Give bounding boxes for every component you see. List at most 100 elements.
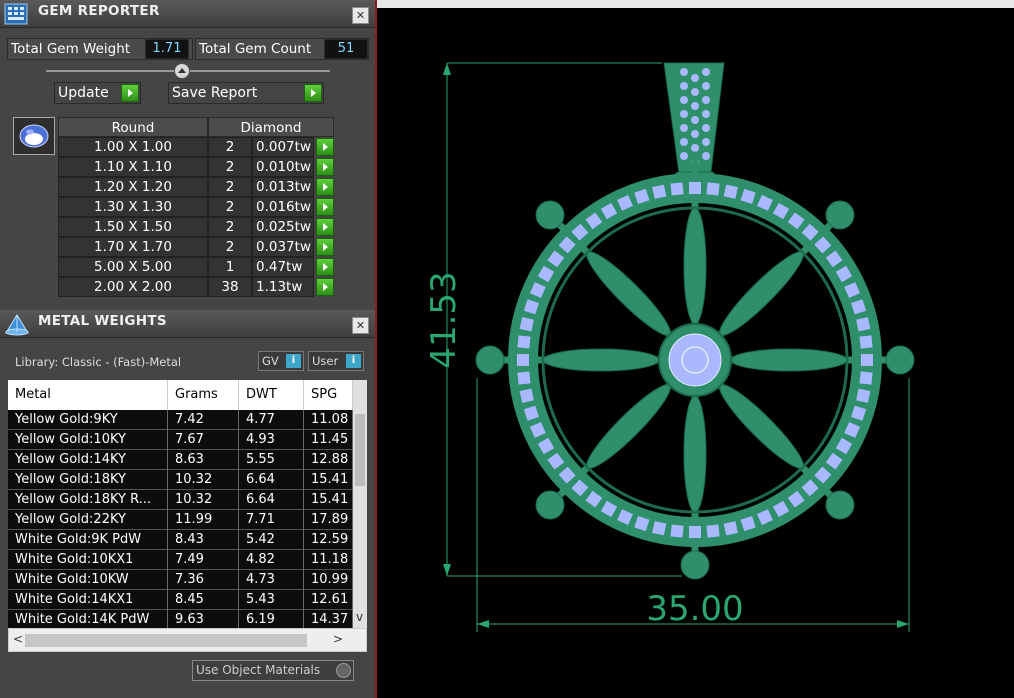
gem-row-go-icon[interactable] xyxy=(316,138,334,156)
gem-row-go-icon[interactable] xyxy=(316,238,334,256)
scroll-right-icon[interactable]: > xyxy=(333,632,343,646)
gem-row[interactable]: 1.10 X 1.10 2 0.010tw xyxy=(58,157,334,177)
metal-spg: 11.18 xyxy=(304,550,353,570)
metal-row[interactable]: Yellow Gold:22KY 11.99 7.71 17.89 xyxy=(8,510,353,530)
gem-row-go-icon[interactable] xyxy=(316,218,334,236)
vertical-scrollbar-thumb[interactable] xyxy=(355,414,365,486)
save-report-button-label: Save Report xyxy=(172,85,258,101)
gem-row[interactable]: 1.00 X 1.00 2 0.007tw xyxy=(58,137,334,157)
viewport-3d[interactable]: 41.53 35.00 xyxy=(375,0,1014,698)
gem-count: 38 xyxy=(208,277,252,297)
bail-gem xyxy=(702,152,710,160)
metal-dwt: 6.64 xyxy=(239,490,304,510)
column-header-grams[interactable]: Grams xyxy=(168,380,239,410)
metal-weights-title: METAL WEIGHTS xyxy=(38,313,167,329)
handle-knob xyxy=(535,200,565,230)
gem-row-go-icon[interactable] xyxy=(316,278,334,296)
gem-count: 2 xyxy=(208,157,252,177)
wheel-spoke xyxy=(719,251,804,336)
metal-weights-close-icon[interactable]: ✕ xyxy=(352,317,369,334)
bail-gem xyxy=(691,144,699,152)
metal-dwt: 5.55 xyxy=(239,450,304,470)
ring-gem xyxy=(856,317,871,332)
gem-reporter-close-icon[interactable]: ✕ xyxy=(352,7,369,24)
metal-name: Yellow Gold:9KY xyxy=(8,410,168,430)
gem-count: 2 xyxy=(208,217,252,237)
gem-size: 1.10 X 1.10 xyxy=(58,157,208,177)
handle-knob xyxy=(475,345,505,375)
horizontal-scrollbar[interactable]: < > xyxy=(8,628,367,652)
user-button[interactable]: User i xyxy=(308,351,364,371)
gem-row[interactable]: 1.30 X 1.30 2 0.016tw xyxy=(58,197,334,217)
wheel-spoke xyxy=(586,384,671,469)
gv-button-label: GV xyxy=(262,354,279,368)
left-panel: GEM REPORTER ✕ Total Gem Weight 1.71 Tot… xyxy=(0,0,375,698)
metal-spg: 14.37 xyxy=(304,610,353,628)
metal-grams: 8.43 xyxy=(168,530,239,550)
gv-button[interactable]: GV i xyxy=(258,351,304,371)
vertical-scrollbar[interactable]: v xyxy=(353,380,367,628)
metal-row[interactable]: Yellow Gold:10KY 7.67 4.93 11.45 xyxy=(8,430,353,450)
save-report-button[interactable]: Save Report xyxy=(168,82,324,104)
handle-knob xyxy=(825,490,855,520)
use-object-materials-label: Use Object Materials xyxy=(196,663,321,677)
bail-gem xyxy=(702,110,710,118)
bail-gem xyxy=(702,68,710,76)
wheel-spoke xyxy=(683,207,707,325)
gem-row-go-icon[interactable] xyxy=(316,158,334,176)
metal-dwt: 4.82 xyxy=(239,550,304,570)
metal-row[interactable]: Yellow Gold:14KY 8.63 5.55 12.88 xyxy=(8,450,353,470)
metal-row[interactable]: White Gold:14KX1 8.45 5.43 12.61 xyxy=(8,590,353,610)
gem-row[interactable]: 1.20 X 1.20 2 0.013tw xyxy=(58,177,334,197)
round-gem-icon[interactable] xyxy=(13,117,55,155)
metal-row[interactable]: Yellow Gold:18KY 10.32 6.64 15.41 xyxy=(8,470,353,490)
metal-dwt: 5.43 xyxy=(239,590,304,610)
gem-row-go-icon[interactable] xyxy=(316,178,334,196)
bail-gem xyxy=(691,130,699,138)
column-header-spg[interactable]: SPG xyxy=(304,380,353,410)
gem-slider-handle[interactable] xyxy=(174,63,191,79)
gem-row[interactable]: 5.00 X 5.00 1 0.47tw xyxy=(58,257,334,277)
horizontal-scrollbar-thumb[interactable] xyxy=(25,634,307,647)
ring-gem xyxy=(519,317,534,332)
metal-row[interactable]: White Gold:14K PdW 9.63 6.19 14.37 xyxy=(8,610,353,628)
update-button[interactable]: Update xyxy=(54,82,141,104)
metal-row[interactable]: White Gold:10KW 7.36 4.73 10.99 xyxy=(8,570,353,590)
height-dimension-label: 41.53 xyxy=(424,271,464,368)
bail-gem xyxy=(691,116,699,124)
metal-grams: 7.36 xyxy=(168,570,239,590)
metal-spg: 10.99 xyxy=(304,570,353,590)
gem-row[interactable]: 1.70 X 1.70 2 0.037tw xyxy=(58,237,334,257)
metal-grams: 10.32 xyxy=(168,490,239,510)
column-header-metal[interactable]: Metal xyxy=(8,380,168,410)
gem-weight: 0.016tw xyxy=(252,197,314,217)
metal-row[interactable]: White Gold:9K PdW 8.43 5.42 12.59 xyxy=(8,530,353,550)
metal-spg: 11.08 xyxy=(304,410,353,430)
metal-row[interactable]: Yellow Gold:9KY 7.42 4.77 11.08 xyxy=(8,410,353,430)
gem-weight: 0.037tw xyxy=(252,237,314,257)
metal-row[interactable]: White Gold:10KX1 7.49 4.82 11.18 xyxy=(8,550,353,570)
metal-name: Yellow Gold:10KY xyxy=(8,430,168,450)
metal-dwt: 7.71 xyxy=(239,510,304,530)
ring-gem xyxy=(689,526,701,538)
metal-row[interactable]: Yellow Gold:18KY R... 10.32 6.64 15.41 xyxy=(8,490,353,510)
handle-knob xyxy=(825,200,855,230)
scroll-down-icon[interactable]: v xyxy=(356,610,363,624)
bail-gem xyxy=(680,82,688,90)
gem-row[interactable]: 1.50 X 1.50 2 0.025tw xyxy=(58,217,334,237)
metal-grams: 8.63 xyxy=(168,450,239,470)
scroll-left-icon[interactable]: < xyxy=(13,632,23,646)
gem-row-go-icon[interactable] xyxy=(316,258,334,276)
column-header-dwt[interactable]: DWT xyxy=(239,380,304,410)
ring-gem xyxy=(517,335,531,349)
metal-dwt: 4.73 xyxy=(239,570,304,590)
gem-row-go-icon[interactable] xyxy=(316,198,334,216)
bail-gem xyxy=(691,88,699,96)
handle-knob xyxy=(885,345,915,375)
use-object-materials-button[interactable]: Use Object Materials xyxy=(192,660,354,681)
center-stone xyxy=(668,333,722,387)
wheel-spoke xyxy=(719,384,804,469)
total-gem-weight-value: 1.71 xyxy=(145,39,189,59)
gem-row[interactable]: 2.00 X 2.00 38 1.13tw xyxy=(58,277,334,297)
metal-dwt: 6.19 xyxy=(239,610,304,628)
